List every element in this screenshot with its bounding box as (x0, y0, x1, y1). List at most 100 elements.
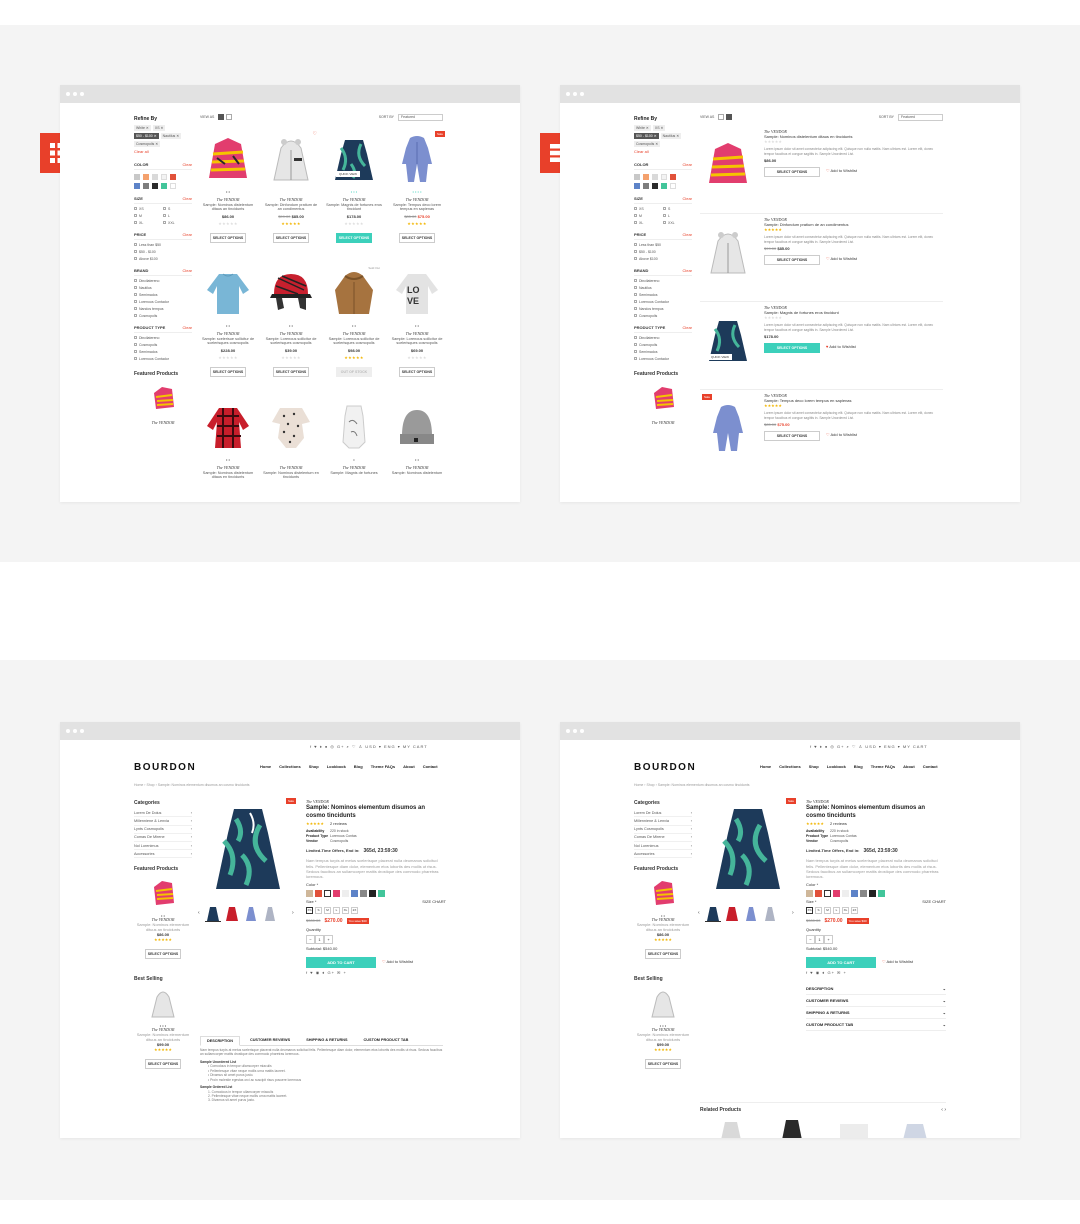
type-option[interactable]: Cosmopolis (134, 343, 192, 347)
category-item[interactable]: Lynts Cosmopolis › (134, 826, 192, 834)
nav-about[interactable]: About (403, 764, 415, 769)
clear-link[interactable]: Clear (182, 196, 192, 201)
nav-home[interactable]: Home (760, 764, 771, 769)
quick-view-button[interactable]: QUICK VIEW (336, 171, 361, 177)
swatch[interactable] (170, 173, 176, 180)
size-option[interactable]: XS (134, 207, 163, 211)
brand-option[interactable]: Cosmopolis (634, 314, 692, 318)
brand-option[interactable]: Nautilus (634, 286, 692, 290)
color-swatch[interactable] (378, 889, 385, 897)
size-option[interactable]: L (333, 906, 340, 914)
color-swatch[interactable] (351, 889, 358, 897)
grid-toggle-icon[interactable] (718, 114, 725, 120)
category-item[interactable]: Nol Lorenimus › (634, 842, 692, 851)
list-toggle-icon[interactable] (726, 114, 733, 120)
type-option[interactable]: Lorenous Contador (134, 357, 192, 361)
size-option[interactable]: XXL (663, 221, 692, 225)
color-swatch[interactable] (815, 889, 822, 897)
select-options-button[interactable]: SELECT OPTIONS (399, 233, 435, 243)
top-bar[interactable]: f ♥ ♦ ● ◎ G+ ⌕ ♡ ♙ USD ▾ ENG ▾ MY CART (310, 744, 428, 749)
swatch[interactable] (152, 173, 158, 180)
category-item[interactable]: Millenniene & Lenvia › (634, 817, 692, 826)
product-card[interactable]: The VENDOR Sample: Dinfondum pratium de … (263, 131, 319, 261)
related-arrows[interactable]: ‹ › (941, 1107, 946, 1113)
product-name[interactable]: Sample: Lorenous sollicitur de scelerisq… (389, 337, 445, 346)
select-options-button[interactable]: SELECT OPTIONS (210, 367, 246, 377)
swatch[interactable] (670, 173, 676, 180)
product-card[interactable]: Sold Out • • The VENDOR Sample: Lorenous… (326, 265, 382, 395)
brand-option[interactable]: Lorenous Contador (134, 300, 192, 304)
chevron-left-icon[interactable]: ‹ (698, 910, 700, 916)
chevron-right-icon[interactable]: › (292, 910, 294, 916)
grid-toggle-icon[interactable] (218, 114, 225, 120)
size-option[interactable]: XL (634, 221, 663, 225)
product-card[interactable]: LO VE • • The VENDOR Sample: Lorenous sol… (389, 265, 445, 395)
tab-shipping-returns[interactable]: SHIPPING & RETURNS (300, 1036, 353, 1045)
nav-blog[interactable]: Blog (854, 764, 863, 769)
add-to-cart-button[interactable]: ADD TO CART (306, 956, 376, 968)
nav-blog[interactable]: Blog (354, 764, 363, 769)
clear-link[interactable]: Clear (682, 162, 692, 167)
category-item[interactable]: Lynts Cosmopolis › (634, 826, 692, 834)
product-card[interactable]: QUICK VIEW • • • The VENDOR Sample: Magn… (326, 131, 382, 261)
thumbnail[interactable] (743, 906, 759, 922)
size-option[interactable]: XS (806, 906, 813, 914)
size-option[interactable]: XL (842, 906, 849, 914)
swatch[interactable] (643, 173, 649, 180)
quantity-stepper[interactable]: −1 + (306, 934, 446, 944)
brand-option[interactable]: Nandos tempus (134, 307, 192, 311)
product-card[interactable]: Sale • • • • The VENDOR Sample: Tempus d… (389, 131, 445, 261)
wishlist-link[interactable]: ♥ Add to Wishlist (826, 344, 856, 350)
product-card[interactable]: The VENDOR Sample: Nominos distelentum e… (263, 399, 319, 502)
swatch[interactable] (670, 182, 676, 189)
filter-chip[interactable]: XS ✕ (152, 125, 166, 131)
quantity-stepper[interactable]: −1 + (806, 934, 946, 944)
size-option[interactable]: S (663, 207, 692, 211)
list-item[interactable]: QUICK VIEW The VENDOR Sample: Magnis de … (700, 302, 943, 390)
size-option[interactable]: XXL (163, 221, 192, 225)
swatch[interactable] (143, 173, 149, 180)
filter-chip[interactable]: Nautilus ✕ (660, 133, 682, 139)
price-option[interactable]: Less than $50 (134, 243, 192, 247)
swatch[interactable] (152, 182, 158, 189)
related-product-image[interactable] (711, 1118, 751, 1138)
category-item[interactable]: Comas De Mirene › (134, 834, 192, 842)
nav-contact[interactable]: Contact (423, 764, 438, 769)
select-options-button[interactable]: SELECT OPTIONS (145, 949, 181, 960)
accordion-description[interactable]: DESCRIPTION ⌄ (806, 983, 946, 996)
product-name[interactable]: Sample: Nominos distelentum (389, 471, 445, 480)
filter-chip[interactable]: $50 - $100 ✕ (634, 133, 659, 139)
product-card[interactable]: • • The VENDOR Sample: Nominos distelent… (389, 399, 445, 502)
color-swatch[interactable] (342, 889, 349, 897)
thumbnail[interactable] (724, 906, 740, 922)
category-item[interactable]: Accessories › (134, 850, 192, 859)
quick-view-button[interactable]: QUICK VIEW (708, 354, 733, 360)
type-option[interactable]: Dincilatereno (634, 336, 692, 340)
select-options-button[interactable]: SELECT OPTIONS (336, 233, 372, 243)
related-product-image[interactable] (772, 1118, 812, 1138)
swatch[interactable] (652, 173, 658, 180)
thumbnail[interactable] (224, 906, 240, 922)
brand-option[interactable]: Dincilatereno (134, 279, 192, 283)
featured-product[interactable]: • • The VENDOR Sample: Nominos elementum… (134, 877, 192, 961)
size-option[interactable]: XS (634, 207, 663, 211)
swatch[interactable] (161, 182, 167, 189)
clear-all-link[interactable]: Clear all (634, 149, 692, 155)
clear-link[interactable]: Clear (682, 268, 692, 273)
filter-chip[interactable]: White ✕ (634, 125, 651, 131)
size-option[interactable]: L (663, 214, 692, 218)
chevron-right-icon[interactable]: › (792, 910, 794, 916)
brand-option[interactable]: Lorenous Contador (634, 300, 692, 304)
nav-lookbook[interactable]: Lookbook (327, 764, 346, 769)
sort-select[interactable]: Featured (398, 113, 443, 121)
reviews-count[interactable]: 2 reviews (330, 822, 347, 827)
product-card[interactable]: • The VENDOR Sample: Magnis de fortunes (326, 399, 382, 502)
size-option[interactable]: M (634, 214, 663, 218)
brand-option[interactable]: Semimados (134, 293, 192, 297)
plus-button[interactable]: + (324, 934, 333, 944)
size-option[interactable]: L (163, 214, 192, 218)
site-logo[interactable]: BOURDON (134, 762, 196, 773)
category-item[interactable]: Millenniene & Lenvia › (134, 817, 192, 826)
nav-theme-faqs[interactable]: Theme FAQs (371, 764, 395, 769)
tab-description[interactable]: DESCRIPTION (200, 1036, 240, 1046)
